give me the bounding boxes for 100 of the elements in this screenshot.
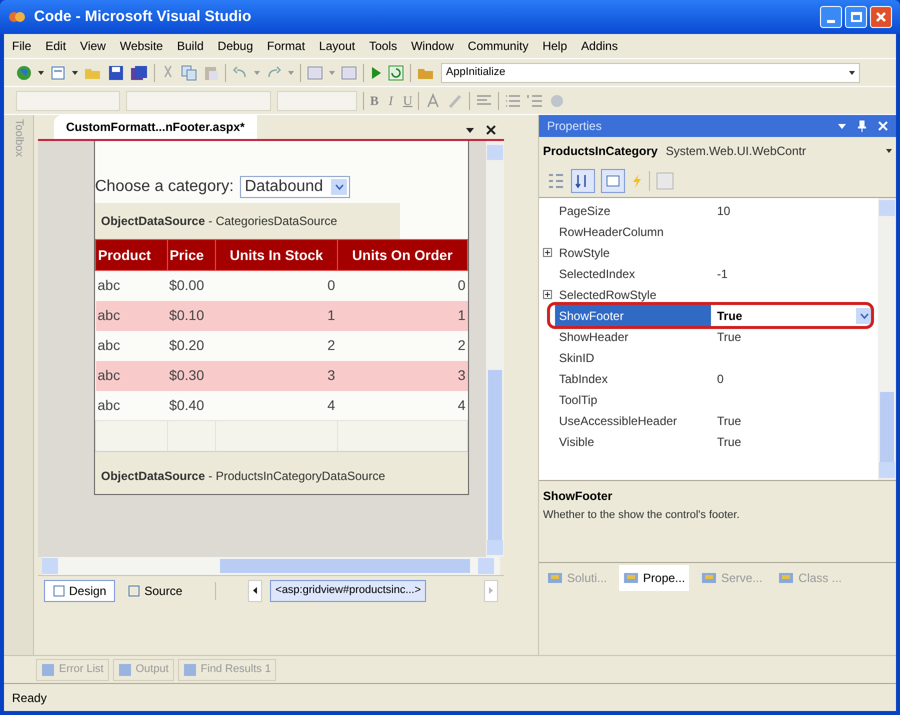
- property-value[interactable]: -1: [717, 264, 728, 282]
- tag-breadcrumb[interactable]: <asp:gridview#productsinc...>: [270, 580, 426, 602]
- categorized-icon[interactable]: [547, 172, 565, 190]
- table-cell: abc: [96, 300, 168, 330]
- highlight-icon[interactable]: [447, 92, 464, 108]
- font-name-combo[interactable]: [126, 90, 271, 110]
- table-cell: $0.30: [167, 360, 216, 390]
- play-icon[interactable]: [370, 66, 382, 80]
- close-button[interactable]: [870, 6, 892, 28]
- pin-icon[interactable]: [858, 120, 866, 132]
- expand-icon[interactable]: [542, 290, 552, 299]
- text-color-icon[interactable]: [425, 92, 442, 108]
- menu-item[interactable]: Help: [542, 37, 568, 55]
- copy-icon[interactable]: [181, 64, 197, 80]
- menu-item[interactable]: Edit: [45, 37, 66, 55]
- scroll-right-button[interactable]: [484, 580, 498, 602]
- panel-tab[interactable]: Prope...: [619, 565, 690, 591]
- menu-item[interactable]: Debug: [218, 37, 254, 55]
- alphabetical-button[interactable]: [571, 169, 595, 193]
- object-selector[interactable]: ProductsInCategory System.Web.UI.WebContr: [539, 137, 896, 165]
- view-tab[interactable]: Source: [119, 580, 192, 602]
- menu-item[interactable]: Build: [176, 37, 204, 55]
- property-row[interactable]: SelectedRowStyle: [539, 284, 878, 305]
- menu-item[interactable]: View: [80, 37, 106, 55]
- property-name: SelectedIndex: [558, 266, 636, 282]
- vertical-scrollbar[interactable]: [486, 141, 504, 557]
- menu-item[interactable]: File: [12, 37, 32, 55]
- dropdown-arrow-icon: [886, 149, 892, 153]
- table-cell: $0.10: [167, 300, 216, 330]
- window-title: Code - Microsoft Visual Studio: [34, 6, 252, 27]
- property-pages-icon[interactable]: [656, 172, 674, 190]
- menu-item[interactable]: Layout: [319, 37, 356, 55]
- property-name: PageSize: [558, 202, 612, 220]
- table-cell: abc: [96, 330, 168, 360]
- numbered-list-icon[interactable]: [527, 94, 544, 108]
- property-name: UseAccessibleHeader: [558, 412, 678, 430]
- font-size-combo[interactable]: [277, 90, 357, 110]
- property-value[interactable]: 10: [717, 202, 730, 220]
- property-row[interactable]: Visible True: [539, 431, 878, 452]
- app-icon: [8, 9, 26, 25]
- menu-item[interactable]: Window: [411, 37, 454, 55]
- align-icon[interactable]: [476, 94, 492, 108]
- dropdown-button[interactable]: [331, 179, 348, 195]
- menu-item[interactable]: Community: [468, 37, 528, 55]
- view-tab[interactable]: Design: [44, 580, 116, 602]
- property-row[interactable]: SkinID: [539, 347, 878, 368]
- block-format-combo[interactable]: [16, 90, 120, 110]
- dropdown-arrow-icon: [849, 70, 855, 74]
- property-row[interactable]: PageSize 10: [539, 200, 878, 221]
- dropdown-arrow-icon[interactable]: [466, 128, 474, 133]
- property-value[interactable]: True: [717, 412, 742, 430]
- refresh-page-icon[interactable]: [388, 64, 404, 80]
- property-value[interactable]: True: [717, 328, 742, 346]
- expand-icon[interactable]: [542, 248, 552, 257]
- table-cell: abc: [96, 390, 168, 420]
- property-row[interactable]: ShowHeader True: [539, 326, 878, 347]
- property-name: SelectedRowStyle: [558, 286, 658, 304]
- save-icon[interactable]: [108, 64, 124, 80]
- category-dropdown[interactable]: Databound: [240, 176, 350, 198]
- bullet-list-icon[interactable]: [505, 94, 522, 108]
- lightning-icon[interactable]: [631, 173, 643, 189]
- dropdown-button[interactable]: [856, 308, 872, 324]
- property-row[interactable]: SelectedIndex -1: [539, 263, 878, 284]
- window-icon[interactable]: [307, 64, 323, 80]
- property-name: ShowHeader: [558, 328, 630, 346]
- window-icon[interactable]: [341, 64, 357, 80]
- property-name: TabIndex: [558, 370, 609, 388]
- save-all-icon[interactable]: [130, 64, 148, 80]
- horizontal-scrollbar[interactable]: [42, 557, 500, 575]
- document-tab[interactable]: CustomFormatt...nFooter.aspx*: [54, 115, 257, 139]
- menu-item[interactable]: Website: [120, 37, 163, 55]
- property-row[interactable]: TabIndex 0: [539, 368, 878, 389]
- property-row[interactable]: RowHeaderColumn: [539, 221, 878, 242]
- dropdown-arrow-icon[interactable]: [72, 70, 78, 74]
- property-row[interactable]: UseAccessibleHeader True: [539, 410, 878, 431]
- minimize-button[interactable]: [820, 6, 842, 28]
- dropdown-arrow-icon[interactable]: [38, 70, 44, 74]
- globe-icon[interactable]: [16, 64, 32, 80]
- properties-button[interactable]: [601, 169, 625, 193]
- property-row[interactable]: RowStyle: [539, 242, 878, 263]
- maximize-button[interactable]: [845, 6, 867, 28]
- window-icon: [778, 571, 794, 585]
- hyperlink-icon[interactable]: [549, 92, 566, 108]
- property-row[interactable]: ToolTip: [539, 389, 878, 410]
- menu-item[interactable]: Tools: [369, 37, 398, 55]
- startup-combo[interactable]: AppInitialize: [441, 62, 860, 82]
- menu-item[interactable]: Addins: [581, 37, 618, 55]
- table-cell: abc: [96, 360, 168, 390]
- datasource-control[interactable]: ObjectDataSource - ProductsInCategoryDataSource: [95, 450, 468, 494]
- property-value[interactable]: 0: [717, 370, 724, 388]
- scroll-left-button[interactable]: [248, 580, 262, 602]
- datasource-control[interactable]: ObjectDataSource - CategoriesDataSource: [95, 203, 400, 239]
- property-value[interactable]: True: [717, 306, 742, 324]
- new-item-icon[interactable]: [50, 64, 66, 80]
- paste-icon[interactable]: [203, 64, 219, 80]
- property-row[interactable]: ShowFooter True: [539, 305, 878, 326]
- close-icon[interactable]: [486, 125, 496, 135]
- vertical-scrollbar[interactable]: [878, 198, 896, 480]
- property-value[interactable]: True: [717, 432, 742, 450]
- menu-item[interactable]: Format: [267, 37, 306, 55]
